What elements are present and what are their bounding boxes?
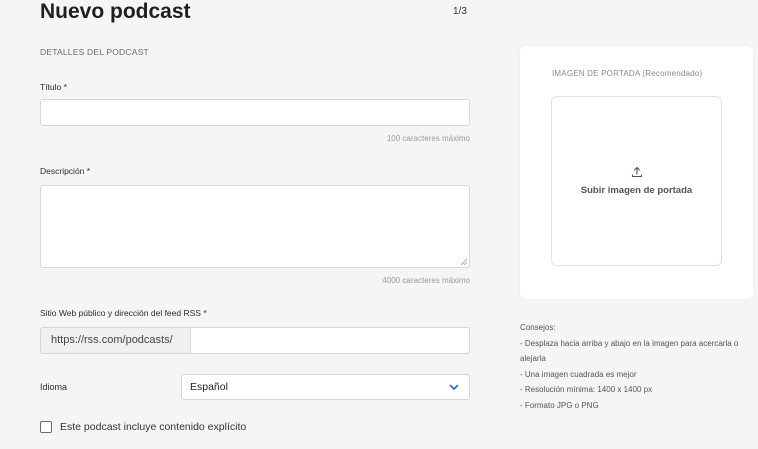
- cover-card: IMAGEN DE PORTADA (Recomendado) Subir im…: [520, 46, 753, 299]
- title-input[interactable]: [40, 99, 470, 126]
- language-select[interactable]: Español: [181, 374, 470, 400]
- rss-prefix: https://rss.com/podcasts/: [40, 327, 190, 354]
- rss-label-text: Sitio Web público y dirección del feed R…: [40, 308, 201, 318]
- required-mark: *: [63, 82, 67, 92]
- resize-handle-icon[interactable]: [461, 259, 467, 265]
- description-textarea[interactable]: [40, 185, 470, 268]
- chevron-down-icon: [449, 384, 459, 390]
- title-hint: 100 caracteres máximo: [386, 134, 470, 143]
- title-label: Título *: [40, 82, 67, 92]
- upload-cover-label: Subir imagen de portada: [580, 185, 693, 196]
- tip-item: - Formato JPG o PNG: [520, 400, 599, 410]
- language-value: Español: [190, 381, 228, 393]
- cover-title: IMAGEN DE PORTADA (Recomendado): [552, 69, 703, 78]
- description-hint: 4000 caracteres máximo: [382, 276, 470, 285]
- description-label-text: Descripción: [40, 166, 85, 176]
- page-title: Nuevo podcast: [40, 0, 191, 23]
- rss-label: Sitio Web público y dirección del feed R…: [40, 308, 207, 318]
- tips-heading: Consejos:: [520, 323, 556, 332]
- explicit-label[interactable]: Este podcast incluye contenido explícito: [60, 421, 246, 433]
- upload-icon: [631, 166, 643, 178]
- required-mark: *: [86, 166, 91, 176]
- title-label-text: Título: [40, 82, 62, 92]
- required-mark: *: [203, 308, 207, 318]
- language-label: Idioma: [40, 382, 68, 392]
- description-label: Descripción *: [40, 166, 90, 176]
- tip-item: - Resolución mínima: 1400 x 1400 px: [520, 385, 653, 394]
- upload-cover-dropzone[interactable]: Subir imagen de portada: [551, 96, 722, 266]
- tip-item: - Una imagen cuadrada es mejor: [520, 369, 637, 379]
- step-indicator: 1/3: [453, 6, 467, 17]
- tips: Consejos: - Desplaza hacia arriba y abaj…: [520, 320, 740, 413]
- rss-slug-input[interactable]: [190, 327, 470, 354]
- explicit-checkbox[interactable]: [40, 421, 52, 433]
- tip-item: - Desplaza hacia arriba y abajo en la im…: [520, 338, 739, 364]
- section-label: DETALLES DEL PODCAST: [40, 47, 149, 57]
